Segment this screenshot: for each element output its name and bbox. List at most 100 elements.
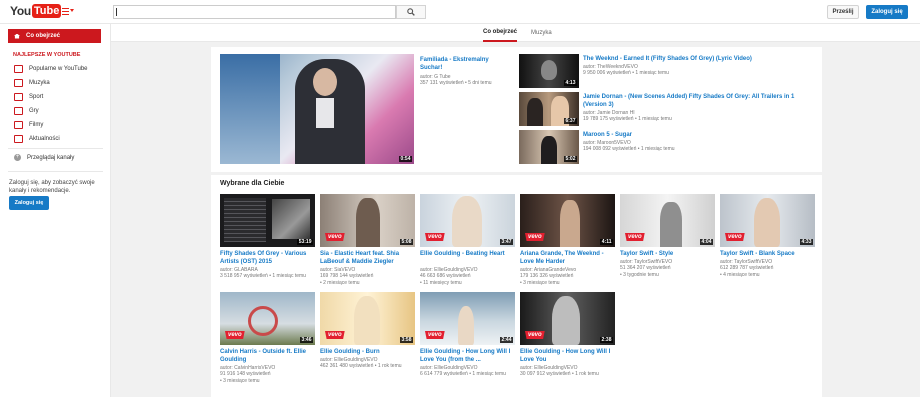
view-count: 462 361 480 wyświetleń xyxy=(320,363,374,369)
video-thumbnail[interactable]: vevo 3:47 xyxy=(420,194,515,247)
video-duration: 5:08 xyxy=(399,239,413,245)
video-duration: 4:04 xyxy=(699,239,713,245)
video-stats: 194 008 092 wyświetleń • 1 miesiąc temu xyxy=(583,146,675,152)
video-thumbnail[interactable]: vevo 2:38 xyxy=(520,292,615,345)
sidebar-item-label: Przeglądaj kanały xyxy=(27,154,75,161)
signin-button[interactable]: Zaloguj się xyxy=(866,5,908,19)
video-stats: 3 518 957 wyświetleń • 1 miesiąc temu xyxy=(220,273,306,279)
sidebar-item-popular[interactable]: Popularne w YouTube xyxy=(14,64,88,74)
video-title[interactable]: Calvin Harris - Outside ft. Ellie Gouldi… xyxy=(220,348,315,364)
vevo-badge: vevo xyxy=(525,331,545,339)
search-button[interactable] xyxy=(396,5,426,19)
video-stats: 6 614 779 wyświetleń • 1 miesiąc temu xyxy=(420,371,506,377)
shelf-title: Wybrane dla Ciebie xyxy=(220,180,285,187)
video-duration: 2:44 xyxy=(499,337,513,343)
video-title[interactable]: The Weeknd - Earned It (Fifty Shades Of … xyxy=(583,55,818,63)
search-input[interactable] xyxy=(113,5,396,19)
video-thumbnail[interactable]: vevo 5:08 xyxy=(320,194,415,247)
video-stats: 169 798 144 wyświetleń • 2 miesiące temu xyxy=(320,273,374,286)
video-title[interactable]: Taylor Swift - Style xyxy=(620,250,715,258)
vevo-badge: vevo xyxy=(725,233,745,241)
video-title[interactable]: Ariana Grande, The Weeknd - Love Me Hard… xyxy=(520,250,615,266)
upload-age: 11 miesięcy temu xyxy=(423,279,462,286)
sidebar-item-browse-channels[interactable]: + Przeglądaj kanały xyxy=(14,154,74,161)
video-title[interactable]: Maroon 5 - Sugar xyxy=(583,131,818,139)
sidebar-item-news[interactable]: Aktualności xyxy=(14,134,60,144)
video-title[interactable]: Jamie Dornan - (New Scenes Added) Fifty … xyxy=(583,93,818,109)
video-title[interactable]: Sia - Elastic Heart feat. Shia LaBeouf &… xyxy=(320,250,415,266)
video-duration: 3:46 xyxy=(299,337,313,343)
video-stats: 51 364 207 wyświetleń • 3 tygodnie temu xyxy=(620,265,671,278)
sidebar-item-movies[interactable]: Filmy xyxy=(14,120,43,130)
upload-age: 1 miesiąc temu xyxy=(640,146,675,152)
sidebar-heading: NAJLEPSZE W YOUTUBE xyxy=(13,52,81,58)
video-stats: 612 289 787 wyświetleń • 4 miesiące temu xyxy=(720,265,774,278)
vevo-badge: vevo xyxy=(325,331,345,339)
video-title[interactable]: Ellie Goulding - How Long Will I Love Yo… xyxy=(420,348,515,364)
upload-age: 2 miesiące temu xyxy=(323,279,360,286)
video-title[interactable]: Taylor Swift - Blank Space xyxy=(720,250,815,258)
view-count: 3 518 957 wyświetleń xyxy=(220,273,268,279)
upload-age: 1 miesiąc temu xyxy=(472,371,506,377)
view-count: 194 008 092 wyświetleń xyxy=(583,146,637,152)
sidebar-item-label: Muzyka xyxy=(29,80,50,86)
video-duration: 0:54 xyxy=(398,156,412,162)
video-thumbnail[interactable]: 5:02 xyxy=(519,130,579,164)
video-stats: 30 097 912 wyświetleń • 1 rok temu xyxy=(520,371,599,377)
vevo-badge: vevo xyxy=(625,233,645,241)
video-title[interactable]: Ellie Goulding - Burn xyxy=(320,348,415,356)
upload-age: 3 miesiące temu xyxy=(223,377,260,384)
gaming-icon xyxy=(14,107,23,115)
upload-age: 1 miesiąc temu xyxy=(272,273,306,279)
video-stats: 9 950 006 wyświetleń • 1 miesiąc temu xyxy=(583,70,669,76)
view-count: 9 950 006 wyświetleń xyxy=(583,70,631,76)
sidebar-item-music[interactable]: Muzyka xyxy=(14,78,50,88)
video-thumbnail[interactable]: 0:54 xyxy=(220,54,414,164)
movies-icon xyxy=(14,121,23,129)
video-title[interactable]: Ellie Goulding - How Long Will I Love Yo… xyxy=(520,348,615,364)
video-thumbnail[interactable]: vevo 4:11 xyxy=(520,194,615,247)
masthead: You Tube Prześlij Zaloguj się xyxy=(0,0,920,24)
sidebar-item-gaming[interactable]: Gry xyxy=(14,106,39,116)
logo-text-you: You xyxy=(10,4,31,18)
video-thumbnail[interactable]: vevo 4:33 xyxy=(720,194,815,247)
video-duration: 2:38 xyxy=(599,337,613,343)
video-thumbnail[interactable]: vevo 3:58 xyxy=(320,292,415,345)
vevo-badge: vevo xyxy=(325,233,345,241)
video-thumbnail[interactable]: 53:19 xyxy=(220,194,315,247)
video-duration: 4:33 xyxy=(799,239,813,245)
video-stats: 462 361 480 wyświetleń • 1 rok temu xyxy=(320,363,402,369)
video-thumbnail[interactable]: 6:37 xyxy=(519,92,579,126)
upload-button[interactable]: Prześlij xyxy=(827,5,859,19)
video-stats: 46 663 686 wyświetleń • 11 miesięcy temu xyxy=(420,273,471,286)
guide-sidebar: Co obejrzeć NAJLEPSZE W YOUTUBE Popularn… xyxy=(0,24,111,397)
guide-menu-icon[interactable] xyxy=(62,6,76,16)
sidebar-item-sport[interactable]: Sport xyxy=(14,92,43,102)
youtube-logo[interactable]: You Tube xyxy=(10,4,62,18)
sidebar-item-label: Popularne w YouTube xyxy=(29,66,88,72)
video-thumbnail[interactable]: vevo 3:46 xyxy=(220,292,315,345)
vevo-badge: vevo xyxy=(525,233,545,241)
tab-music[interactable]: Muzyka xyxy=(531,24,552,42)
signin-promo-text: Zaloguj się, aby zobaczyć swoje kanały i… xyxy=(9,180,95,194)
view-count: 612 289 787 wyświetleń xyxy=(720,265,774,271)
video-stats: 19 789 175 wyświetleń • 1 miesiąc temu xyxy=(583,116,672,122)
video-duration: 4:13 xyxy=(563,80,577,86)
tab-what-to-watch[interactable]: Co obejrzeć xyxy=(483,24,518,42)
vevo-badge: vevo xyxy=(225,331,245,339)
video-thumbnail[interactable]: vevo 2:44 xyxy=(420,292,515,345)
video-title[interactable]: Fifty Shades Of Grey - Various Artists (… xyxy=(220,250,315,266)
search-icon xyxy=(407,8,415,16)
view-count: 46 663 686 wyświetleń xyxy=(420,273,471,279)
view-count: 179 136 326 wyświetleń xyxy=(520,273,574,279)
video-thumbnail[interactable]: vevo 4:04 xyxy=(620,194,715,247)
sidebar-item-what-to-watch[interactable]: Co obejrzeć xyxy=(8,29,101,43)
sidebar-signin-button[interactable]: Zaloguj się xyxy=(9,196,49,210)
video-duration: 4:11 xyxy=(600,239,613,245)
video-title[interactable]: Ellie Goulding - Beating Heart xyxy=(420,250,515,266)
view-count: 169 798 144 wyświetleń xyxy=(320,273,374,279)
video-thumbnail[interactable]: 4:13 xyxy=(519,54,579,88)
home-icon xyxy=(14,33,20,39)
video-duration: 53:19 xyxy=(297,239,313,245)
video-title[interactable]: Familiada - Ekstremalny Suchar! xyxy=(420,56,510,72)
